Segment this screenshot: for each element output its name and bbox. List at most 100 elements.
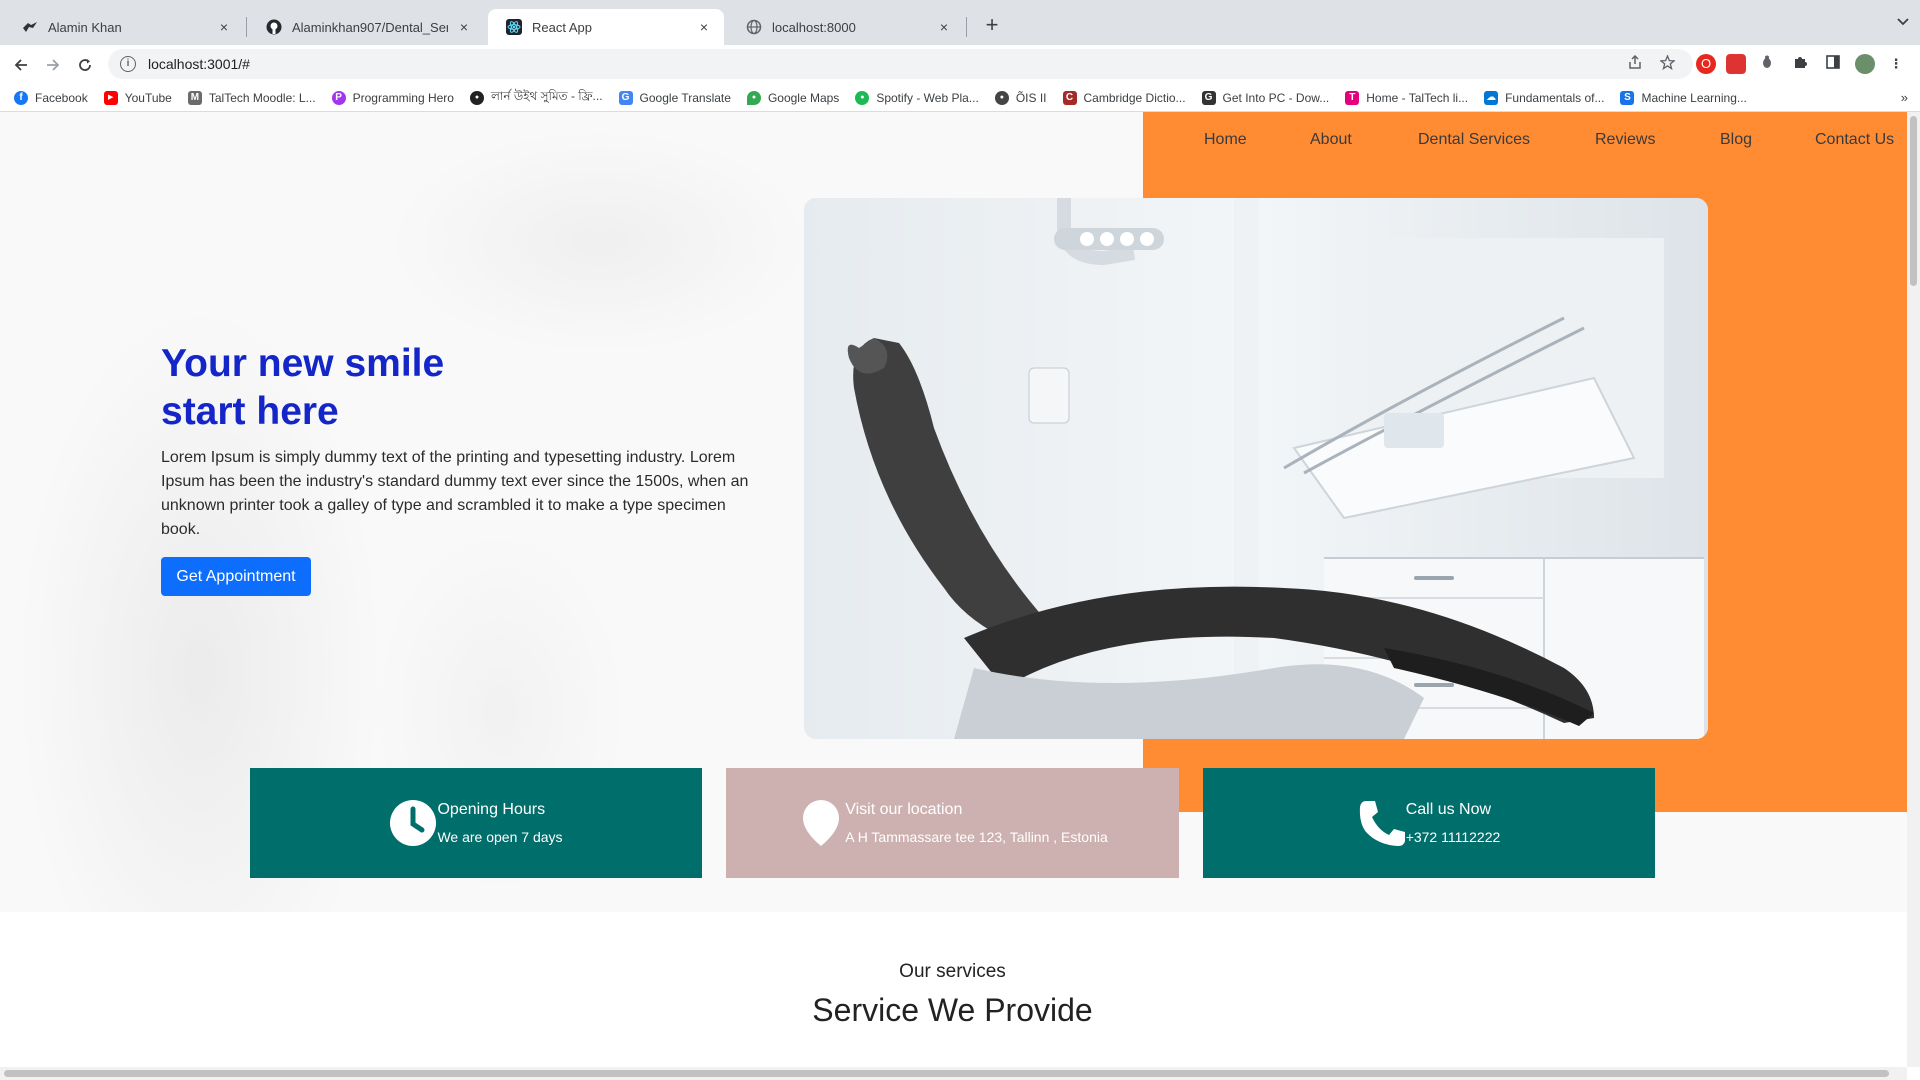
bookmark-youtube[interactable]: ▶ YouTube <box>103 90 172 105</box>
browser-tab-strip: Alamin Khan × Alaminkhan907/Dental_Servi… <box>0 0 1920 45</box>
bookmarks-bar: f Facebook ▶ YouTube M TalTech Moodle: L...… <box>0 84 1920 112</box>
url-text[interactable]: localhost:3001/# <box>148 56 1628 72</box>
horizontal-scrollbar-thumb[interactable] <box>4 1070 1889 1077</box>
puzzle-extensions-icon[interactable] <box>1790 54 1810 74</box>
tab-search-chevron-icon[interactable] <box>1896 14 1910 31</box>
browser-toolbar: i localhost:3001/# O ⋮ <box>0 45 1920 84</box>
call-us-card: Call us Now +372 11112222 <box>1203 768 1655 878</box>
bookmarks-overflow-chevron-icon[interactable]: » <box>1901 90 1908 105</box>
bookmark-star-icon[interactable] <box>1659 53 1676 74</box>
nav-link-about[interactable]: About <box>1310 131 1352 149</box>
bookmark-label: Home - TalTech li... <box>1366 90 1469 105</box>
bookmark-machine-learning[interactable]: S Machine Learning... <box>1620 90 1747 105</box>
bookmark-label: লার্ন উইথ সুমিত - ফ্রি... <box>490 88 603 103</box>
services-title: Service We Provide <box>812 992 1093 1028</box>
globe-icon <box>746 19 762 35</box>
opera-extension-icon[interactable]: O <box>1696 54 1716 74</box>
bookmark-taltech-moodle[interactable]: M TalTech Moodle: L... <box>187 90 316 105</box>
phone-icon <box>1358 799 1406 847</box>
get-appointment-button[interactable]: Get Appointment <box>161 557 311 596</box>
bookmark-label: Fundamentals of... <box>1505 90 1605 105</box>
services-subtitle: Our services <box>899 961 1006 982</box>
card-heading: Call us Now <box>1405 801 1492 818</box>
bookmark-label: Google Maps <box>767 90 840 105</box>
kebab-menu-icon[interactable]: ⋮ <box>1886 54 1906 74</box>
bookmark-cambridge-dictionary[interactable]: C Cambridge Dictio... <box>1062 90 1186 105</box>
nav-link-blog[interactable]: Blog <box>1720 131 1752 149</box>
bookmark-favicon-icon: ☁ <box>1484 90 1499 105</box>
tab-separator <box>966 17 967 37</box>
location-card: Visit our location A H Tammassare tee 12… <box>726 768 1179 878</box>
site-info-icon[interactable]: i <box>120 56 136 72</box>
bookmark-favicon-icon: P <box>331 90 346 105</box>
side-panel-icon[interactable] <box>1823 54 1843 74</box>
tab-title: Alamin Khan <box>48 19 122 35</box>
github-icon <box>266 19 282 35</box>
bookmark-favicon-icon: G <box>1201 90 1216 105</box>
bookmark-favicon-icon: ● <box>855 90 870 105</box>
clock-icon <box>389 799 437 847</box>
opening-hours-card: Opening Hours We are open 7 days <box>250 768 702 878</box>
hero-heading-line1: Your new smile <box>161 342 445 385</box>
bird-icon <box>22 19 38 35</box>
forward-arrow-icon[interactable] <box>39 51 67 79</box>
tab-separator <box>246 17 247 37</box>
back-arrow-icon[interactable] <box>7 51 35 79</box>
bookmark-favicon-icon: ● <box>994 90 1009 105</box>
address-bar[interactable]: i localhost:3001/# <box>108 49 1693 79</box>
bookmark-label: Machine Learning... <box>1641 90 1747 105</box>
card-subtext: +372 11112222 <box>1405 829 1501 845</box>
card-heading: Opening Hours <box>437 801 546 818</box>
bookmark-label: Facebook <box>35 90 88 105</box>
bookmark-label: Google Translate <box>639 90 731 105</box>
tab-title: Alaminkhan907/Dental_Services <box>292 19 448 35</box>
bookmark-spotify[interactable]: ● Spotify - Web Pla... <box>855 90 979 105</box>
nav-link-dental-services[interactable]: Dental Services <box>1418 131 1530 149</box>
tab-localhost-8000[interactable]: localhost:8000 × <box>728 9 964 45</box>
bug-extension-icon[interactable] <box>1757 54 1777 74</box>
bookmark-facebook[interactable]: f Facebook <box>14 90 88 105</box>
bookmark-fundamentals[interactable]: ☁ Fundamentals of... <box>1484 90 1605 105</box>
bookmark-google-translate[interactable]: G Google Translate <box>618 90 731 105</box>
new-tab-button[interactable]: + <box>978 12 1006 40</box>
tab-github-repo[interactable]: Alaminkhan907/Dental_Services × <box>248 9 484 45</box>
bookmark-label: Get Into PC - Dow... <box>1222 90 1330 105</box>
reload-icon[interactable] <box>71 51 99 79</box>
share-icon[interactable] <box>1628 54 1642 73</box>
bookmark-get-into-pc[interactable]: G Get Into PC - Dow... <box>1201 90 1330 105</box>
red-extension-icon[interactable] <box>1726 54 1746 74</box>
close-icon[interactable]: × <box>696 19 712 35</box>
bookmark-favicon-icon: M <box>187 90 202 105</box>
nav-link-contact-us[interactable]: Contact Us <box>1815 131 1894 149</box>
close-icon[interactable]: × <box>216 19 232 35</box>
tab-title: localhost:8000 <box>772 19 856 35</box>
nav-link-reviews[interactable]: Reviews <box>1595 131 1655 149</box>
vertical-scrollbar-thumb[interactable] <box>1910 116 1917 286</box>
bookmark-favicon-icon: T <box>1345 90 1360 105</box>
vertical-scrollbar[interactable] <box>1907 112 1920 1067</box>
horizontal-scrollbar[interactable] <box>0 1067 1907 1080</box>
bookmark-label: YouTube <box>124 90 172 105</box>
nav-link-home[interactable]: Home <box>1204 131 1247 149</box>
site-navbar: Home About Dental Services Reviews Blog … <box>1143 112 1908 170</box>
hero-description: Lorem Ipsum is simply dummy text of the … <box>161 449 749 538</box>
bookmark-learn-with-sumit[interactable]: ● লার্ন উইথ সুমিত - ফ্রি... <box>469 88 603 108</box>
bookmark-google-maps[interactable]: ● Google Maps <box>746 90 840 105</box>
profile-avatar[interactable] <box>1855 54 1875 74</box>
tab-title: React App <box>532 19 592 35</box>
bookmark-favicon-icon: ● <box>746 90 761 105</box>
tab-alamin-khan[interactable]: Alamin Khan × <box>4 9 244 45</box>
bookmark-taltech-library[interactable]: T Home - TalTech li... <box>1345 90 1469 105</box>
close-icon[interactable]: × <box>456 19 472 35</box>
hero-heading: Your new smile start here <box>161 340 491 436</box>
bookmark-label: ÕIS II <box>1015 90 1047 105</box>
card-subtext: We are open 7 days <box>437 829 563 845</box>
card-subtext: A H Tammassare tee 123, Tallinn , Estoni… <box>845 829 1108 845</box>
bookmark-programming-hero[interactable]: P Programming Hero <box>331 90 454 105</box>
bookmark-label: Programming Hero <box>352 90 454 105</box>
bookmark-label: Spotify - Web Pla... <box>876 90 979 105</box>
tab-react-app[interactable]: React App × <box>488 9 724 45</box>
bookmark-ois[interactable]: ● ÕIS II <box>994 90 1047 105</box>
close-icon[interactable]: × <box>936 19 952 35</box>
react-icon <box>506 19 522 35</box>
